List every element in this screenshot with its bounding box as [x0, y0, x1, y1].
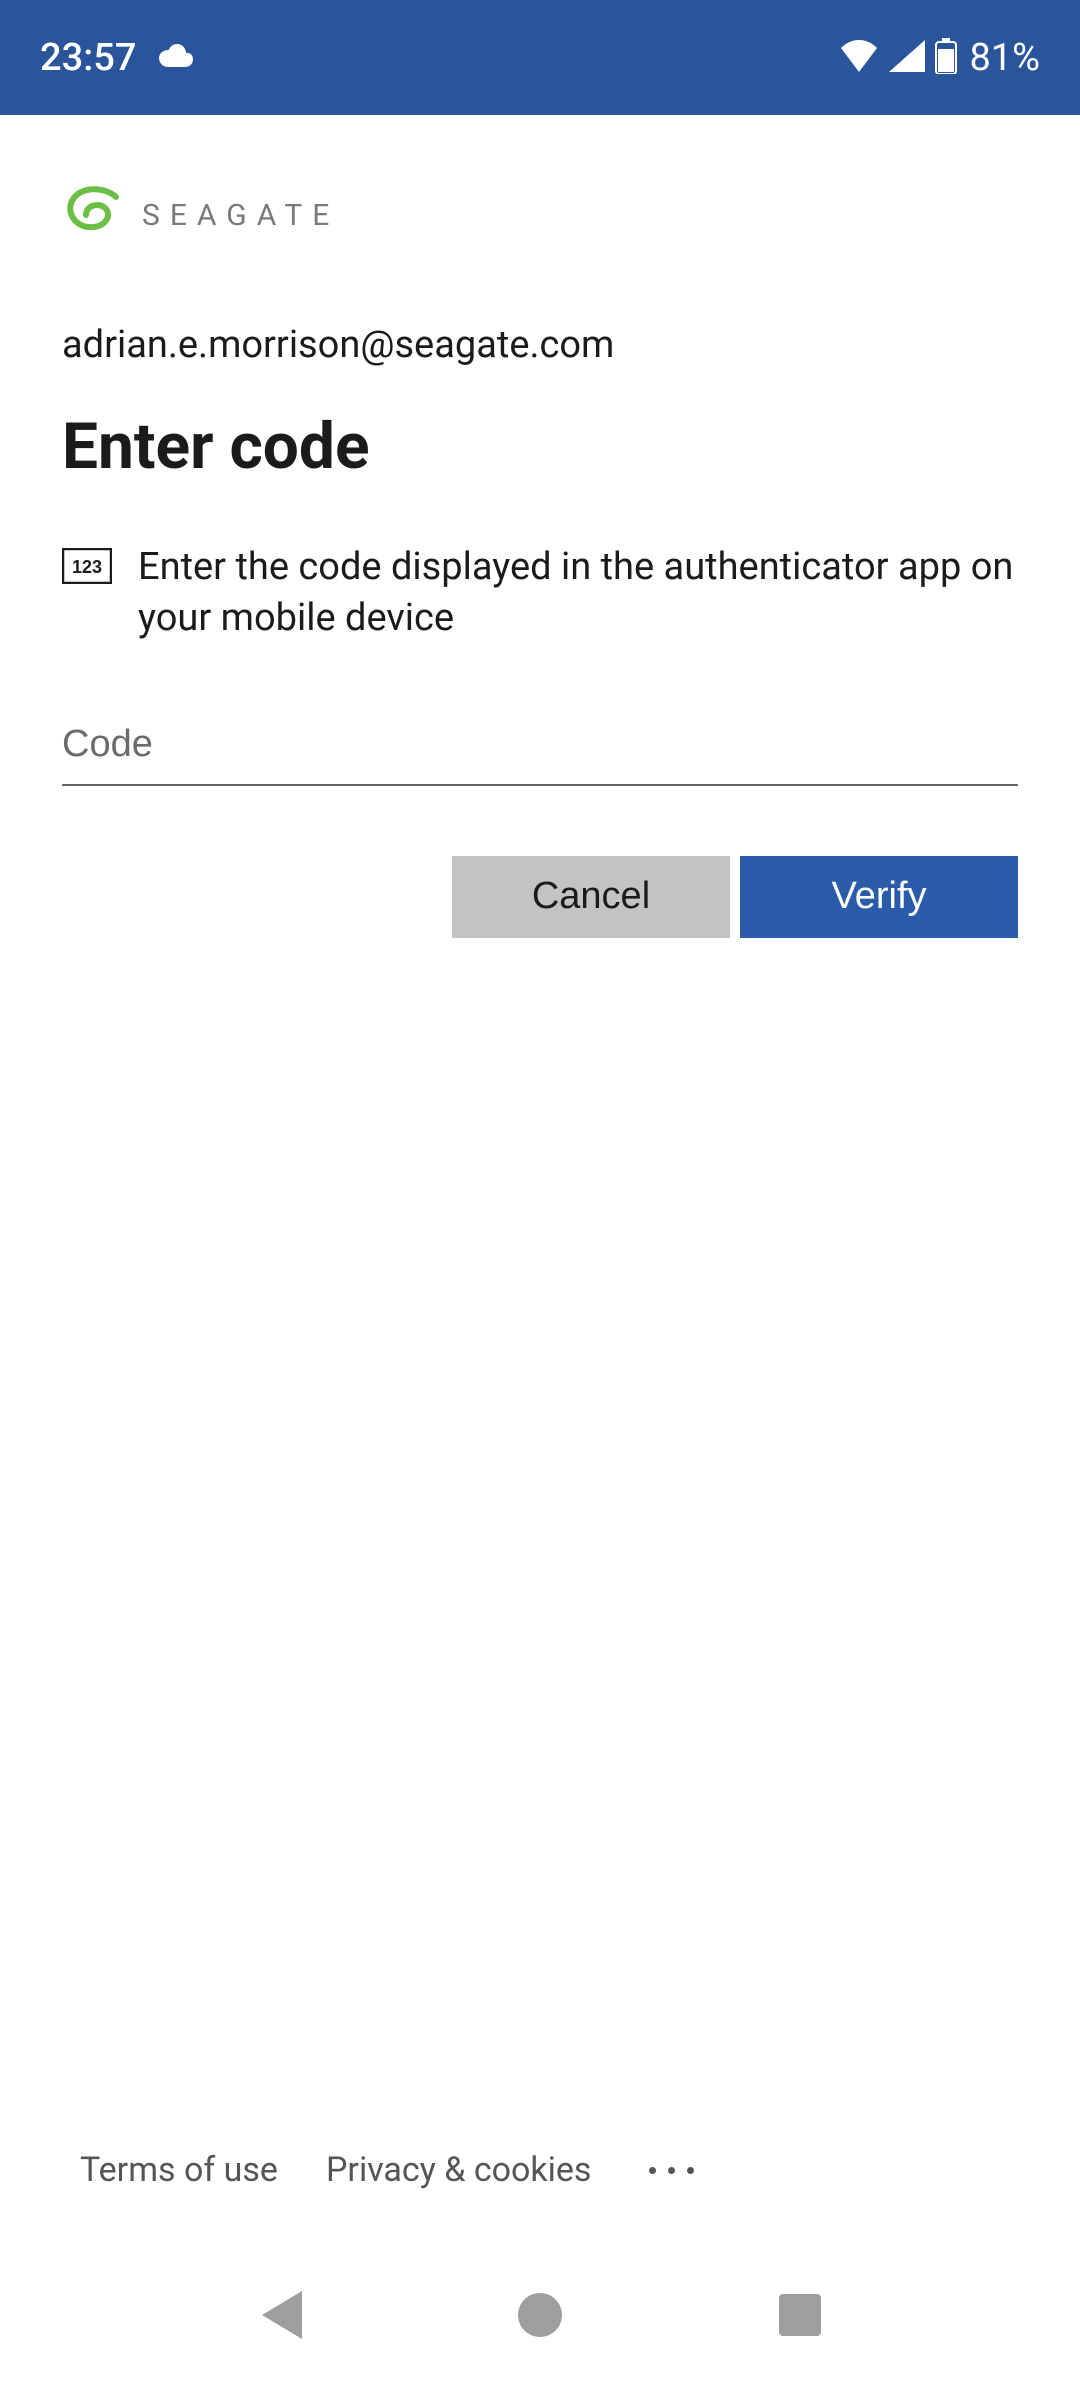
page-title: Enter code: [62, 409, 1018, 484]
code-123-icon: 123: [62, 548, 112, 645]
wifi-icon: [839, 40, 879, 76]
recent-apps-button[interactable]: [770, 2285, 830, 2345]
home-button[interactable]: [510, 2285, 570, 2345]
battery-icon: [935, 38, 957, 78]
brand-logo: SEAGATE: [62, 185, 1018, 245]
button-row: Cancel Verify: [62, 856, 1018, 938]
code-input[interactable]: [62, 715, 1018, 786]
instruction-text: Enter the code displayed in the authenti…: [138, 542, 1018, 645]
battery-percentage: 81%: [969, 36, 1040, 80]
cloud-icon: [158, 43, 194, 73]
more-options-button[interactable]: [649, 2167, 694, 2174]
svg-text:123: 123: [72, 557, 102, 577]
privacy-link[interactable]: Privacy & cookies: [326, 2150, 592, 2190]
back-button[interactable]: [250, 2285, 310, 2345]
terms-link[interactable]: Terms of use: [80, 2150, 278, 2190]
instruction-row: 123 Enter the code displayed in the auth…: [62, 542, 1018, 645]
brand-name: SEAGATE: [142, 198, 339, 233]
status-right: 81%: [839, 36, 1040, 80]
cancel-button[interactable]: Cancel: [452, 856, 730, 938]
status-left: 23:57: [40, 36, 194, 80]
signal-icon: [889, 40, 925, 76]
seagate-spiral-icon: [62, 185, 126, 245]
footer: Terms of use Privacy & cookies: [0, 2150, 1080, 2190]
status-time: 23:57: [40, 36, 136, 80]
verify-button[interactable]: Verify: [740, 856, 1018, 938]
main-content: SEAGATE adrian.e.morrison@seagate.com En…: [0, 115, 1080, 938]
status-bar: 23:57 81%: [0, 0, 1080, 115]
android-nav-bar: [0, 2230, 1080, 2400]
user-email: adrian.e.morrison@seagate.com: [62, 323, 1018, 367]
